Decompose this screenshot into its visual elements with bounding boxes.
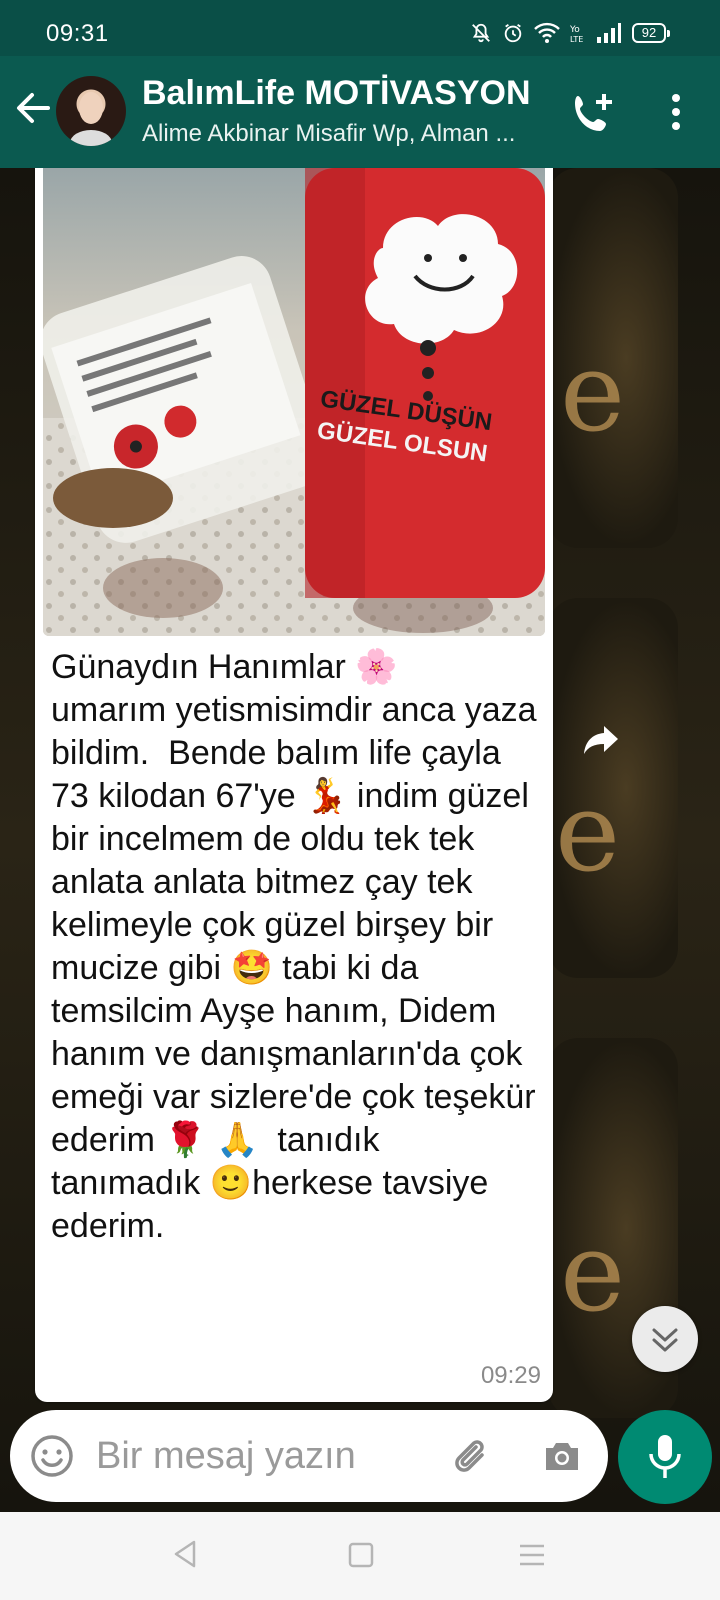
- wifi-icon: [534, 22, 560, 43]
- wallpaper-logo-icon: e: [560, 328, 626, 456]
- nav-home-icon[interactable]: [348, 1542, 374, 1568]
- nav-menu-icon[interactable]: [518, 1542, 546, 1568]
- wallpaper-logo-icon: e: [555, 768, 621, 896]
- message-text: Günaydın Hanımlar 🌸 umarım yetismisimdir…: [51, 648, 537, 1245]
- more-options-icon[interactable]: [656, 90, 696, 134]
- wallpaper-logo-icon: e: [560, 1208, 626, 1336]
- status-time: 09:31: [46, 20, 109, 47]
- system-navigation-bar: [0, 1512, 720, 1600]
- message-photo[interactable]: GÜZEL DÜŞÜN GÜZEL OLSUN: [43, 168, 545, 636]
- scroll-to-bottom-button[interactable]: [632, 1306, 698, 1372]
- group-avatar[interactable]: [56, 76, 126, 146]
- svg-text:LTE: LTE: [570, 35, 583, 44]
- nav-back-icon[interactable]: [170, 1538, 200, 1570]
- add-call-icon[interactable]: [568, 90, 616, 138]
- chevron-double-down-icon: [652, 1328, 678, 1352]
- svg-text:Yo: Yo: [570, 25, 580, 35]
- chat-participants[interactable]: Alime Akbinar Misafir Wp, Alman ...: [142, 120, 546, 148]
- back-arrow-icon[interactable]: [12, 88, 52, 128]
- camera-icon[interactable]: [540, 1434, 584, 1478]
- mute-icon: [472, 23, 490, 43]
- forward-icon[interactable]: [582, 722, 622, 758]
- battery-icon: 92: [632, 23, 670, 43]
- status-bar: 09:31 Yo LTE 92: [0, 0, 720, 56]
- message-composer: [10, 1410, 608, 1502]
- avatar-face: [79, 92, 103, 124]
- message-time: 09:29: [480, 1362, 541, 1389]
- voice-record-button[interactable]: [618, 1410, 712, 1504]
- emoji-icon[interactable]: [30, 1434, 74, 1478]
- chat-header: BalımLife MOTİVASYON Alime Akbinar Misaf…: [0, 56, 720, 168]
- signal-icon: [597, 23, 621, 43]
- chat-title[interactable]: BalımLife MOTİVASYON: [142, 74, 531, 113]
- alarm-icon: [504, 23, 522, 43]
- avatar-shirt: [70, 130, 112, 146]
- message-bubble[interactable]: GÜZEL DÜŞÜN GÜZEL OLSUN Günaydın Hanımla…: [35, 168, 553, 1402]
- message-input[interactable]: [96, 1424, 436, 1488]
- attachment-icon[interactable]: [450, 1434, 494, 1478]
- microphone-icon: [649, 1435, 681, 1478]
- volte-icon: YoLTE: [570, 25, 583, 44]
- status-icons: Yo LTE 92: [470, 20, 670, 46]
